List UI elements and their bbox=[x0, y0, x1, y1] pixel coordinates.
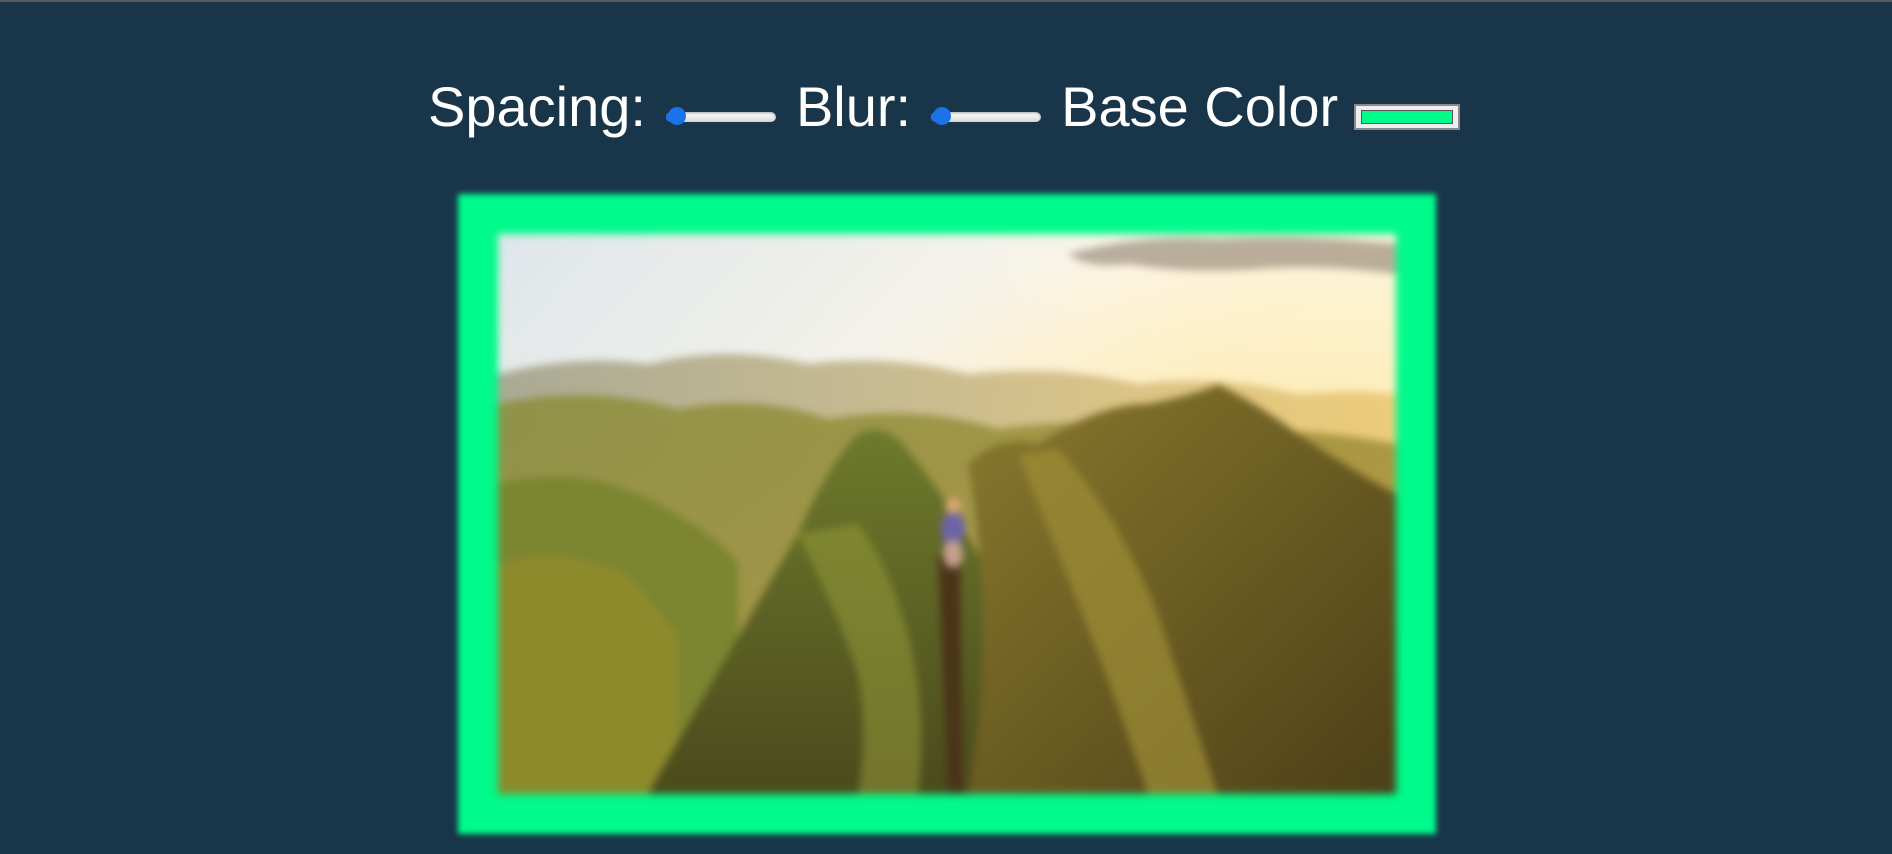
blur-slider-thumb[interactable] bbox=[933, 107, 952, 125]
mountain-photo bbox=[498, 234, 1396, 794]
blur-slider[interactable] bbox=[931, 105, 1042, 129]
base-color-label: Base Color bbox=[1061, 75, 1339, 138]
base-color-picker[interactable] bbox=[1354, 104, 1461, 130]
spacing-label: Spacing: bbox=[428, 75, 646, 138]
image-frame bbox=[458, 194, 1436, 834]
base-color-swatch bbox=[1361, 110, 1454, 124]
blur-label: Blur: bbox=[795, 75, 912, 138]
spacing-slider-thumb[interactable] bbox=[667, 107, 686, 125]
controls-bar: Spacing: Blur: Base Color bbox=[428, 74, 1461, 140]
window-top-border bbox=[0, 0, 1892, 2]
spacing-slider[interactable] bbox=[665, 105, 776, 129]
mountain-photo-illustration bbox=[498, 234, 1396, 794]
